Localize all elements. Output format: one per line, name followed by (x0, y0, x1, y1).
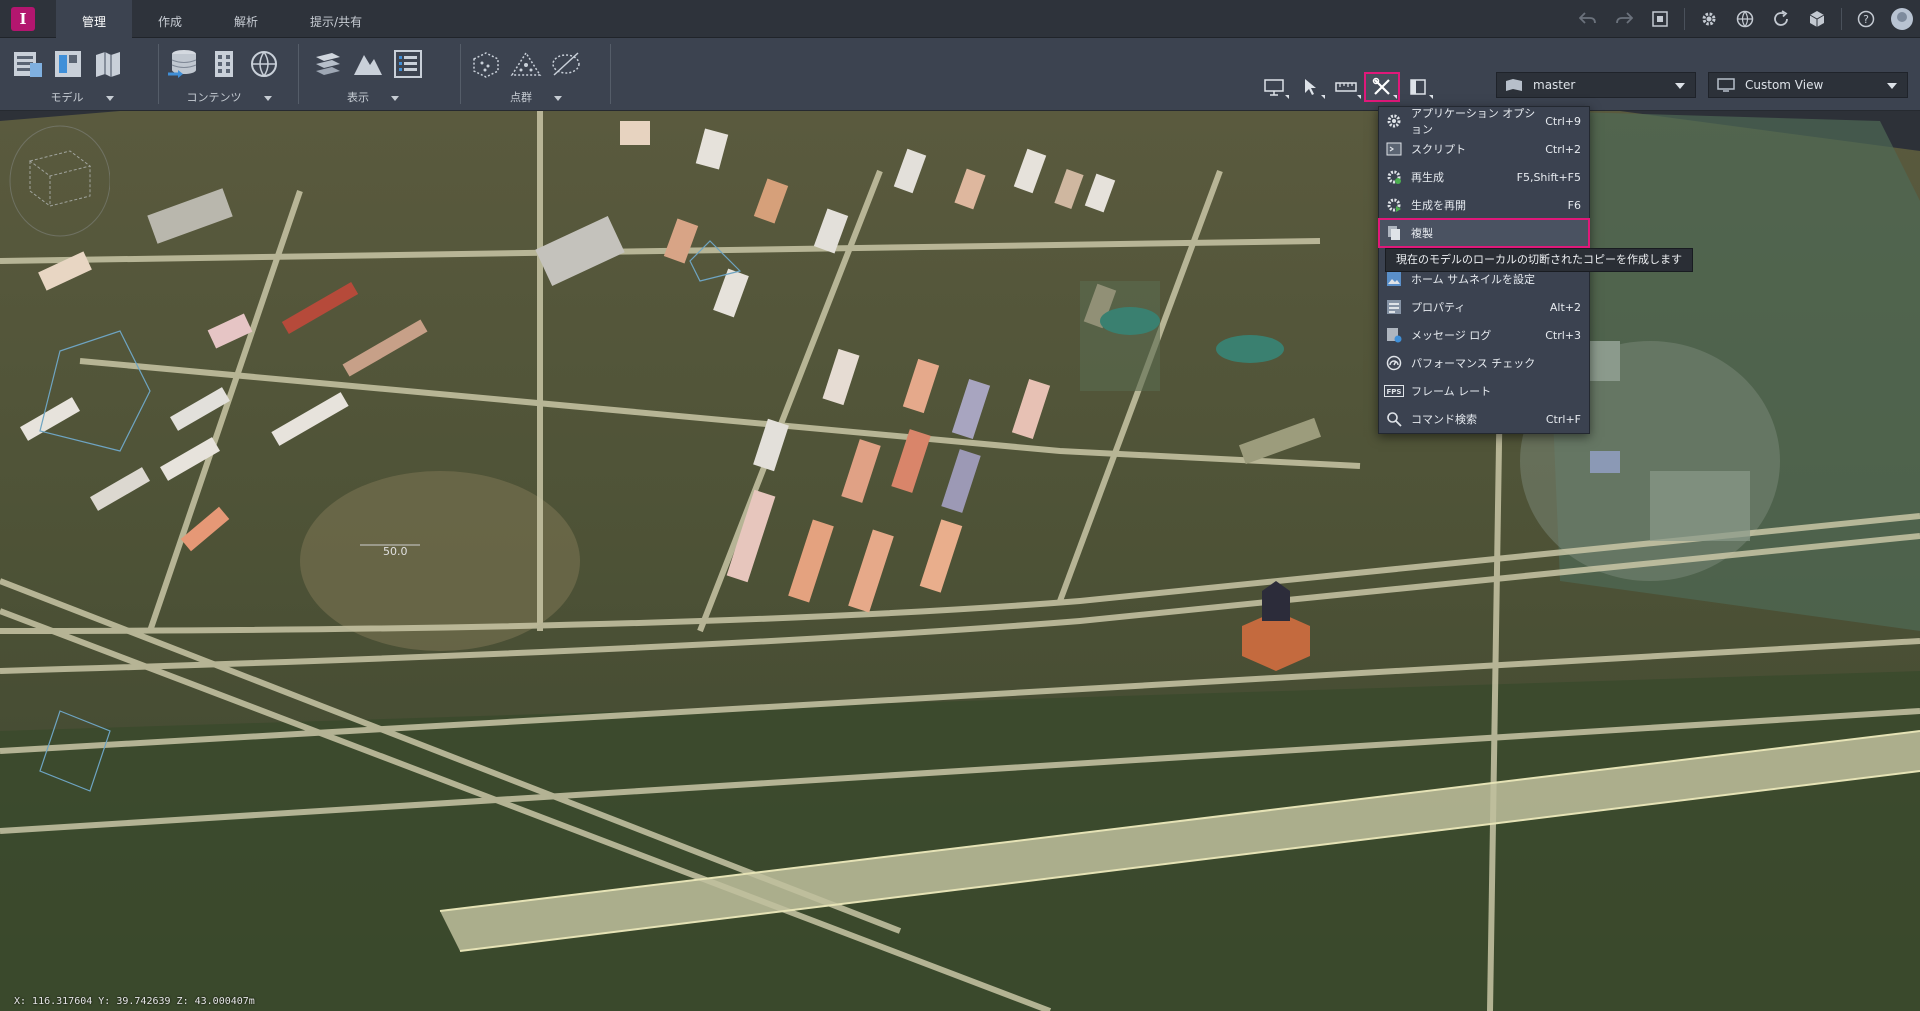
ribbon-group-display: 表示 (308, 38, 438, 111)
ribbon-group-content-label[interactable]: コンテンツ (164, 89, 294, 105)
view-icon (1717, 78, 1735, 92)
menu-item-performance-check[interactable]: パフォーマンス チェック (1379, 349, 1589, 377)
panel-toggle-button[interactable] (1400, 72, 1436, 102)
search-icon (1383, 409, 1405, 429)
svg-text:?: ? (1863, 13, 1869, 26)
display-mode-button[interactable] (1256, 72, 1292, 102)
menu-item-frame-rate[interactable]: FPS フレーム レート (1379, 377, 1589, 405)
menu-item-regenerate[interactable]: 再生成 F5,Shift+F5 (1379, 163, 1589, 191)
tab-analyze[interactable]: 解析 (208, 0, 284, 38)
city-map-render (0, 111, 1920, 1011)
list-panel-icon[interactable] (388, 46, 428, 82)
view-toolbar (1256, 72, 1436, 102)
menu-item-app-options[interactable]: アプリケーション オプション Ctrl+9 (1379, 107, 1589, 136)
menu-item-script[interactable]: スクリプト Ctrl+2 (1379, 135, 1589, 163)
performance-icon (1383, 353, 1405, 373)
navigation-cube-icon[interactable] (0, 111, 110, 241)
ribbon-tabs: 管理 作成 解析 提示/共有 (56, 0, 388, 38)
undo-icon[interactable] (1570, 0, 1606, 38)
top-icon-bar: ? (1570, 0, 1920, 38)
fps-icon: FPS (1383, 381, 1405, 401)
chevron-down-icon (1887, 83, 1897, 89)
resume-icon (1383, 195, 1405, 215)
chevron-down-icon (1675, 83, 1685, 89)
screenshot-icon[interactable] (1642, 0, 1678, 38)
menu-item-message-log[interactable]: メッセージ ログ Ctrl+3 (1379, 321, 1589, 349)
app-logo[interactable]: I (11, 7, 35, 31)
proposal-select[interactable]: master (1496, 72, 1696, 98)
regenerate-icon (1383, 167, 1405, 187)
duplicate-tooltip: 現在のモデルのローカルの切断されたコピーを作成します (1385, 248, 1693, 272)
message-log-icon (1383, 325, 1405, 345)
cursor-coordinates: X: 116.317604 Y: 39.742639 Z: 43.000407m (14, 996, 255, 1007)
menu-item-properties[interactable]: プロパティ Alt+2 (1379, 293, 1589, 321)
properties-icon (1383, 297, 1405, 317)
ribbon-group-point-cloud-label[interactable]: 点群 (466, 89, 606, 105)
menu-item-duplicate[interactable]: 複製 (1378, 218, 1590, 248)
ribbon-group-model-label[interactable]: モデル (8, 89, 156, 105)
elevation-label: 50.0 (383, 545, 408, 558)
cube-icon[interactable] (1799, 0, 1835, 38)
point-cloud-select-icon[interactable] (466, 46, 506, 82)
terrain-icon[interactable] (348, 46, 388, 82)
user-avatar[interactable] (1884, 0, 1920, 38)
database-import-icon[interactable] (164, 46, 204, 82)
point-cloud-clip-icon[interactable] (546, 46, 586, 82)
view-select[interactable]: Custom View (1708, 72, 1908, 98)
thumbnail-icon (1383, 269, 1405, 289)
point-cloud-terrain-icon[interactable] (506, 46, 546, 82)
3d-viewport[interactable]: 50.0 X: 116.317604 Y: 39.742639 Z: 43.00… (0, 111, 1920, 1011)
globe-network-icon[interactable] (244, 46, 284, 82)
duplicate-icon (1383, 223, 1405, 243)
measure-tool-button[interactable] (1328, 72, 1364, 102)
building-icon[interactable] (204, 46, 244, 82)
ribbon-group-model: モデル (8, 38, 156, 111)
proposal-value: master (1533, 78, 1576, 92)
tools-menu-button[interactable] (1364, 72, 1400, 102)
redo-icon[interactable] (1606, 0, 1642, 38)
menu-item-command-search[interactable]: コマンド検索 Ctrl+F (1379, 405, 1589, 433)
top-bar: I 管理 作成 解析 提示/共有 ? (0, 0, 1920, 38)
globe-icon[interactable] (1727, 0, 1763, 38)
model-map-icon[interactable] (88, 46, 128, 82)
view-value: Custom View (1745, 78, 1824, 92)
ribbon-group-point-cloud: 点群 (466, 38, 606, 111)
settings-icon[interactable] (1691, 0, 1727, 38)
ribbon-group-display-label[interactable]: 表示 (308, 89, 438, 105)
refresh-icon[interactable] (1763, 0, 1799, 38)
model-layout-icon[interactable] (48, 46, 88, 82)
model-list-icon[interactable] (8, 46, 48, 82)
proposal-icon (1506, 79, 1522, 91)
select-tool-button[interactable] (1292, 72, 1328, 102)
help-icon[interactable]: ? (1848, 0, 1884, 38)
svg-text:FPS: FPS (1387, 388, 1402, 396)
layers-icon[interactable] (308, 46, 348, 82)
tab-create[interactable]: 作成 (132, 0, 208, 38)
tab-present-share[interactable]: 提示/共有 (284, 0, 388, 38)
menu-item-resume-generation[interactable]: 生成を再開 F6 (1379, 191, 1589, 219)
script-icon (1383, 139, 1405, 159)
ribbon-group-content: コンテンツ (164, 38, 294, 111)
tab-manage[interactable]: 管理 (56, 0, 133, 38)
gear-icon (1383, 111, 1405, 131)
